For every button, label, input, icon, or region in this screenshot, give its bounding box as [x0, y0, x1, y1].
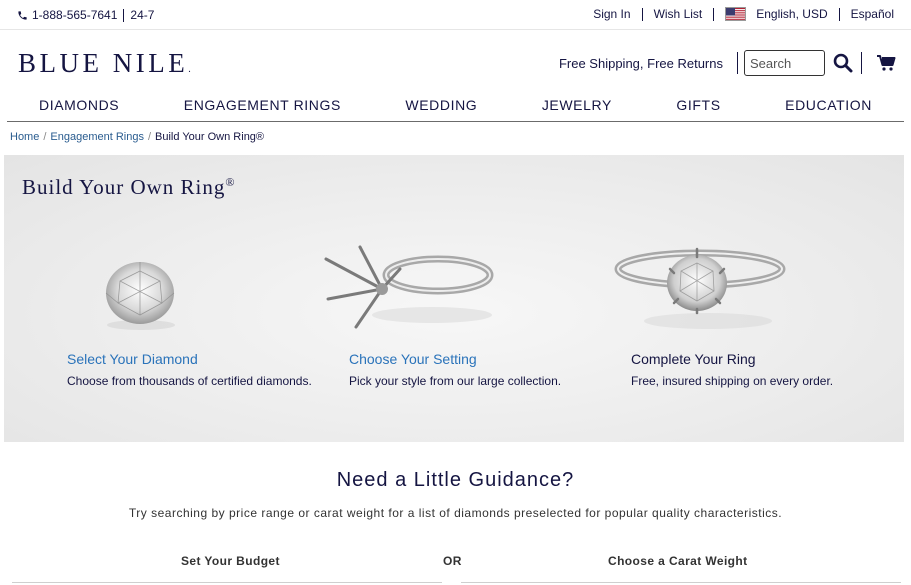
- registered-mark: ®: [225, 175, 236, 189]
- nav-gifts[interactable]: GIFTS: [676, 93, 720, 121]
- carat-options-border: [461, 582, 901, 583]
- phone-icon: [17, 10, 28, 21]
- hero-title-text: Build Your Own Ring: [22, 175, 226, 199]
- step-title: Complete Your Ring: [631, 351, 756, 367]
- blue-nile-logo[interactable]: BLUE NILE.: [18, 48, 191, 79]
- breadcrumb-home[interactable]: Home: [10, 131, 39, 143]
- divider: [838, 7, 840, 21]
- wish-list-link[interactable]: Wish List: [654, 7, 703, 21]
- budget-heading: Set Your Budget: [181, 554, 280, 568]
- complete-ring-image[interactable]: [610, 239, 790, 344]
- step-title[interactable]: Select Your Diamond: [67, 351, 327, 367]
- breadcrumb: Home / Engagement Rings / Build Your Own Rin…: [10, 131, 264, 143]
- divider: [123, 8, 125, 22]
- nav-jewelry[interactable]: JEWELRY: [542, 93, 612, 121]
- locale-selector[interactable]: English, USD: [756, 7, 827, 21]
- divider: [861, 52, 862, 74]
- breadcrumb-engagement-rings[interactable]: Engagement Rings: [50, 131, 144, 143]
- nav-engagement-rings[interactable]: ENGAGEMENT RINGS: [184, 93, 341, 121]
- step-description: Pick your style from our large collectio…: [349, 374, 562, 388]
- step-select-diamond[interactable]: Select Your Diamond Choose from thousand…: [67, 351, 327, 388]
- logo-text: BLUE NILE: [18, 48, 189, 78]
- step-choose-setting[interactable]: Choose Your Setting Pick your style from…: [349, 351, 609, 388]
- logo-dot: .: [188, 64, 191, 75]
- or-divider: OR: [443, 554, 462, 568]
- guidance-title: Need a Little Guidance?: [336, 469, 575, 491]
- divider: [737, 52, 738, 74]
- contact-info: 1-888-565-7641 24-7: [17, 8, 154, 22]
- utility-bar: 1-888-565-7641 24-7 Sign In Wish List En…: [0, 0, 911, 30]
- search-icon[interactable]: [831, 51, 855, 75]
- breadcrumb-separator: /: [43, 131, 47, 143]
- budget-options-border: [12, 582, 442, 583]
- nav-education[interactable]: EDUCATION: [785, 93, 872, 121]
- us-flag-icon[interactable]: [725, 7, 747, 21]
- sign-in-link[interactable]: Sign In: [593, 7, 630, 21]
- main-nav: DIAMONDS ENGAGEMENT RINGS WEDDING JEWELR…: [7, 93, 904, 122]
- loose-diamond-image[interactable]: [100, 259, 182, 338]
- support-hours: 24-7: [130, 8, 155, 22]
- divider: [713, 7, 715, 21]
- language-link[interactable]: Español: [851, 7, 894, 21]
- step-description: Choose from thousands of certified diamo…: [67, 374, 312, 388]
- step-complete-ring: Complete Your Ring Free, insured shippin…: [631, 351, 891, 388]
- nav-wedding[interactable]: WEDDING: [405, 93, 477, 121]
- step-title[interactable]: Choose Your Setting: [349, 351, 609, 367]
- guidance-subtitle: Try searching by price range or carat we…: [128, 506, 783, 520]
- phone-number[interactable]: 1-888-565-7641: [32, 8, 117, 22]
- carat-heading: Choose a Carat Weight: [608, 554, 748, 568]
- ring-setting-image[interactable]: [320, 239, 496, 340]
- header-actions: Free Shipping, Free Returns: [559, 49, 898, 77]
- account-links: Sign In Wish List English, USD Español: [593, 7, 894, 21]
- breadcrumb-separator: /: [147, 131, 152, 143]
- search-input[interactable]: [744, 50, 825, 76]
- nav-diamonds[interactable]: DIAMONDS: [39, 93, 119, 121]
- build-ring-hero: Build Your Own Ring® Select Your Diamond…: [4, 155, 904, 442]
- hero-title: Build Your Own Ring®: [22, 175, 236, 200]
- divider: [641, 7, 643, 21]
- shipping-promo[interactable]: Free Shipping, Free Returns: [559, 56, 723, 71]
- cart-icon[interactable]: [874, 51, 898, 75]
- breadcrumb-current: Build Your Own Ring®: [155, 131, 265, 143]
- step-description: Free, insured shipping on every order.: [631, 374, 834, 388]
